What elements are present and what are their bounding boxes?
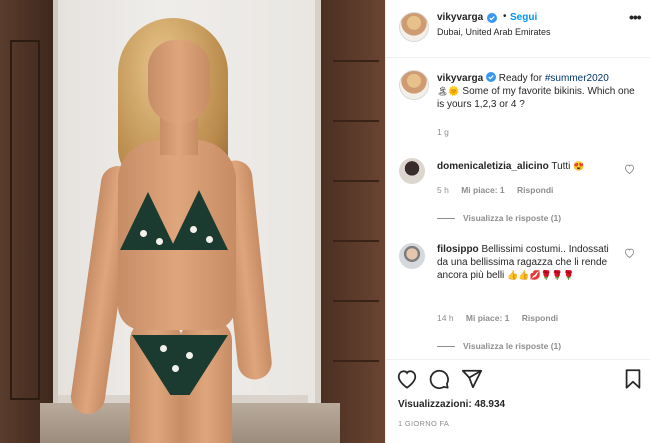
caption-avatar[interactable] (399, 70, 429, 100)
post-sidebar: vikyvarga • Segui Dubai, United Arab Emi… (385, 0, 650, 443)
caption-text: Some of my favorite bikinis. Which one i… (437, 86, 635, 110)
comment-likes[interactable]: Mi piace: 1 (461, 185, 504, 195)
comment-like-heart-icon[interactable] (624, 164, 635, 174)
comment-emoji: 👍👍💋🌹🌹🌹 (507, 270, 575, 280)
caption-time: 1 g (437, 127, 449, 137)
post-actions: Visualizzazioni: 48.934 1 GIORNO FA (386, 359, 650, 443)
verified-icon (485, 72, 496, 82)
comment-like-heart-icon[interactable] (624, 248, 635, 258)
caption: vikyvarga Ready for #summer2020 🏝🌞 Some … (437, 72, 642, 111)
verified-icon (487, 13, 497, 23)
comment-likes[interactable]: Mi piace: 1 (466, 313, 509, 323)
photo-door-right (315, 0, 385, 443)
reply-button[interactable]: Rispondi (522, 313, 558, 323)
views-label: Visualizzazioni: (398, 399, 472, 410)
comment-time: 14 h (437, 313, 454, 323)
comment-emoji: 😍 (573, 161, 585, 171)
comment-text: Tutti (551, 161, 571, 172)
author-avatar[interactable] (399, 12, 429, 42)
view-replies[interactable]: Visualizza le risposte (1) (437, 213, 561, 223)
post-header: vikyvarga • Segui Dubai, United Arab Emi… (386, 0, 650, 58)
header-separator: • (503, 11, 507, 22)
follow-button[interactable]: Segui (510, 12, 537, 23)
comment-avatar[interactable] (399, 243, 425, 269)
comment-time: 5 h (437, 185, 449, 195)
comment-2: filosippo Bellissimi costumi.. Indossati… (437, 243, 615, 282)
comment-avatar[interactable] (399, 158, 425, 184)
caption-hashtag[interactable]: #summer2020 (545, 73, 609, 84)
author-username[interactable]: vikyvarga (437, 12, 483, 23)
view-replies-label[interactable]: Visualizza le risposte (1) (463, 213, 561, 223)
share-icon[interactable] (461, 368, 483, 390)
comment-meta: 5 h Mi piace: 1 Rispondi (437, 185, 553, 195)
caption-username[interactable]: vikyvarga (437, 73, 483, 84)
comment-username[interactable]: filosippo (437, 244, 479, 255)
post-location[interactable]: Dubai, United Arab Emirates (437, 27, 551, 37)
photo-door-left (0, 0, 58, 443)
comment-meta: 14 h Mi piace: 1 Rispondi (437, 313, 558, 323)
comment-1: domenicaletizia_alicino Tutti 😍 (437, 160, 622, 173)
heart-icon[interactable] (396, 368, 418, 390)
reply-button[interactable]: Rispondi (517, 185, 553, 195)
more-icon[interactable]: ••• (629, 9, 642, 25)
view-replies-label[interactable]: Visualizza le risposte (1) (463, 341, 561, 351)
caption-emoji: 🏝🌞 (437, 86, 460, 96)
views-value: 48.934 (474, 399, 506, 410)
post-timestamp[interactable]: 1 GIORNO FA (398, 419, 449, 428)
caption-lead: Ready for (498, 73, 543, 84)
comment-icon[interactable] (428, 368, 450, 390)
view-count[interactable]: Visualizzazioni: 48.934 (398, 399, 505, 410)
view-replies[interactable]: Visualizza le risposte (1) (437, 341, 561, 351)
comment-username[interactable]: domenicaletizia_alicino (437, 161, 549, 172)
bookmark-icon[interactable] (622, 368, 644, 390)
instagram-post: vikyvarga • Segui Dubai, United Arab Emi… (0, 0, 650, 443)
post-photo[interactable] (0, 0, 385, 443)
